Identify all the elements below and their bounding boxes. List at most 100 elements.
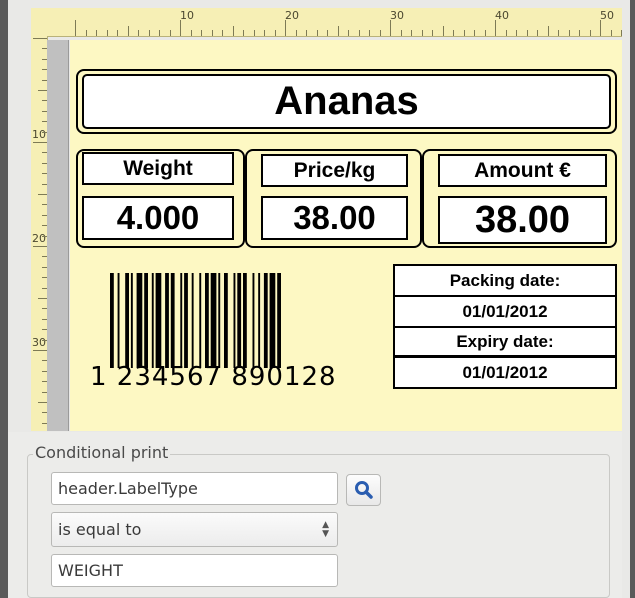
ruler-tick (264, 30, 265, 36)
ruler-tick (138, 30, 139, 36)
barcode-bar (151, 273, 154, 368)
ruler-tick (432, 30, 433, 36)
ruler-tick (285, 20, 286, 36)
ruler-left-label: 10 (32, 128, 46, 141)
barcode-bar (191, 273, 194, 368)
ruler-tick (148, 30, 150, 36)
magnifier-icon (354, 481, 373, 499)
barcode-bar (277, 273, 281, 368)
ruler-tick (201, 30, 202, 36)
ruler-tick (610, 30, 612, 36)
ruler-tick (253, 30, 255, 36)
ruler-tick (589, 30, 591, 36)
barcode-bar (144, 273, 148, 368)
barcode-bar (263, 273, 268, 368)
barcode-bar (218, 273, 221, 368)
condition-field-input[interactable]: header.LabelType (51, 472, 338, 505)
barcode-bar (184, 273, 188, 368)
amount-value[interactable]: 38.00 (438, 196, 607, 244)
ruler-tick (159, 30, 160, 36)
ruler-tick (316, 30, 318, 36)
packing-date-label[interactable]: Packing date: (393, 264, 617, 297)
barcode-bar (205, 273, 209, 368)
condition-value-input[interactable]: WEIGHT (51, 554, 338, 587)
ruler-tick (379, 30, 381, 36)
product-title[interactable]: Ananas (82, 74, 611, 129)
ruler-tick (33, 246, 47, 247)
ruler-tick (400, 30, 402, 36)
ruler-tick (600, 20, 601, 36)
ruler-tick (442, 26, 444, 36)
operator-selected-value: is equal to (58, 520, 142, 539)
ruler-tick (495, 20, 496, 36)
barcode-digits: 1 234567 890128 (90, 362, 337, 392)
ruler-tick (38, 90, 47, 91)
ruler-tick (568, 30, 570, 36)
ruler-tick (579, 30, 580, 36)
ruler-tick (327, 30, 328, 36)
ruler-left-label: 20 (32, 232, 46, 245)
field-search-button[interactable] (346, 474, 381, 506)
barcode-bar (117, 273, 120, 368)
ruler-tick (38, 194, 47, 195)
ruler-tick (337, 26, 339, 36)
ruler-top-label: 40 (495, 9, 509, 22)
ruler-tick (411, 30, 412, 36)
barcode-bar (180, 273, 183, 368)
ruler-tick (38, 298, 47, 299)
ruler-tick (547, 26, 549, 36)
weight-value[interactable]: 4.000 (82, 196, 234, 240)
up-down-arrows-icon: ▲ ▼ (322, 520, 329, 539)
ruler-tick (232, 26, 234, 36)
barcode-bar (269, 273, 276, 368)
ruler-top-label: 10 (180, 9, 194, 22)
barcode-bar (252, 273, 255, 368)
price-value[interactable]: 38.00 (261, 196, 408, 240)
ruler-tick (274, 30, 276, 36)
condition-operator-select[interactable]: is equal to ▲ ▼ (51, 512, 338, 547)
ruler-tick (474, 30, 475, 36)
ruler-tick (484, 30, 486, 36)
ruler-tick (526, 30, 528, 36)
barcode-bar (110, 273, 114, 368)
ruler-tick (180, 20, 181, 36)
ruler-tick (306, 30, 307, 36)
ruler-tick (621, 30, 622, 36)
ruler-tick (33, 142, 47, 143)
barcode-bar (258, 273, 261, 368)
ruler-tick (463, 30, 465, 36)
ruler-top: 10 20 30 40 50 (31, 8, 622, 37)
ruler-top-label: 50 (600, 9, 614, 22)
packing-date-value[interactable]: 01/01/2012 (393, 295, 617, 328)
ruler-tick (190, 30, 192, 36)
ruler-tick (127, 26, 129, 36)
ruler-tick (106, 30, 108, 36)
price-header[interactable]: Price/kg (261, 154, 408, 187)
weight-header[interactable]: Weight (82, 152, 234, 185)
ruler-tick (169, 30, 171, 36)
ruler-left-label: 30 (32, 336, 46, 349)
expiry-date-value[interactable]: 01/01/2012 (393, 356, 617, 389)
amount-header[interactable]: Amount € (438, 154, 607, 187)
ruler-tick (243, 30, 244, 36)
barcode-bar (130, 273, 133, 368)
expiry-date-label[interactable]: Expiry date: (393, 326, 617, 357)
ruler-tick (358, 30, 360, 36)
barcode[interactable]: 1 234567 890128 (90, 271, 367, 392)
barcode-bar (224, 273, 228, 368)
ruler-tick (75, 20, 76, 36)
ruler-tick (117, 30, 118, 36)
ruler-tick (85, 30, 87, 36)
barcode-bar (243, 273, 247, 368)
margin-bar (47, 40, 69, 431)
ruler-left: 10 20 30 (31, 36, 48, 431)
barcode-bar (125, 273, 129, 368)
barcode-bar (233, 273, 236, 368)
ruler-tick (369, 30, 370, 36)
ruler-tick (211, 30, 213, 36)
ruler-tick (558, 30, 559, 36)
ruler-tick (390, 20, 391, 36)
ruler-tick (33, 350, 47, 351)
ruler-top-label: 20 (285, 9, 299, 22)
ruler-tick (537, 30, 538, 36)
